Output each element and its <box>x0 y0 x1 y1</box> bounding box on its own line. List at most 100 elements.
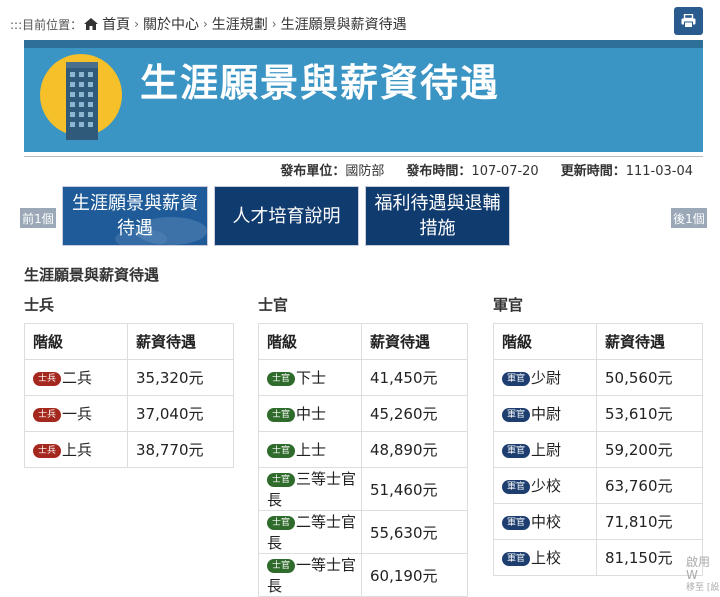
header-rank: 階級 <box>24 323 128 360</box>
rank-badge: 士官 <box>267 516 296 530</box>
page-banner: 生涯願景與薪資待遇 <box>24 40 703 152</box>
rank-cell: 軍官 少尉 <box>493 359 597 396</box>
rank-badge: 士官 <box>267 372 296 386</box>
meta-published-label: 發布時間： <box>406 164 472 179</box>
pay-cell: 41,450元 <box>361 359 468 396</box>
rank-cell: 士兵 二兵 <box>24 359 128 396</box>
table-header: 階級 薪資待遇 <box>258 323 468 360</box>
table-row: 軍官 上校 81,150元 <box>493 539 703 576</box>
rank-cell: 士官 上士 <box>258 431 362 468</box>
table-row: 士官 上士 48,890元 <box>258 431 468 468</box>
rank-cell: 士官 三等士官長 <box>258 467 362 511</box>
rank-name: 上校 <box>531 549 562 567</box>
rank-cell: 軍官 上尉 <box>493 431 597 468</box>
windows-activation-watermark: 啟用 W 移至 [設 <box>686 556 720 595</box>
breadcrumb-career[interactable]: 生涯規劃 <box>212 14 268 34</box>
meta-unit: 發布單位：國防部 <box>280 160 384 179</box>
rank-name: 中士 <box>296 405 327 423</box>
rank-name: 少校 <box>531 477 562 495</box>
breadcrumb-home[interactable]: 首頁 <box>102 14 130 34</box>
rank-badge: 軍官 <box>502 516 531 530</box>
home-icon[interactable] <box>84 18 99 30</box>
rank-badge: 士兵 <box>33 444 62 458</box>
header-rank: 階級 <box>258 323 362 360</box>
rank-cell: 軍官 中尉 <box>493 395 597 432</box>
rank-name: 中尉 <box>531 405 562 423</box>
pay-cell: 60,190元 <box>361 553 468 597</box>
table-row: 軍官 上尉 59,200元 <box>493 431 703 468</box>
publish-meta: 發布單位：國防部 發布時間：107-07-20 更新時間：111-03-04 <box>24 156 703 179</box>
tile-welfare[interactable]: 福利待遇與退輔措施 <box>365 186 510 246</box>
rank-badge: 士兵 <box>33 408 62 422</box>
chevron-right-icon: › <box>202 17 208 31</box>
table-row: 士官 三等士官長 51,460元 <box>258 467 468 511</box>
table-row: 士兵 上兵 38,770元 <box>24 431 234 468</box>
pay-cell: 50,560元 <box>596 359 703 396</box>
table-row: 軍官 少校 63,760元 <box>493 467 703 504</box>
header-rank: 階級 <box>493 323 597 360</box>
section-title: 生涯願景與薪資待遇 <box>24 266 160 284</box>
pay-cell: 35,320元 <box>127 359 234 396</box>
rank-badge: 士官 <box>267 473 296 487</box>
watermark-line-1: 啟用 W <box>686 555 711 582</box>
tile-label: 人才培育說明 <box>232 205 341 227</box>
rank-cell: 軍官 上校 <box>493 539 597 576</box>
prev-button[interactable]: 前1個 <box>20 208 56 228</box>
breadcrumb-about[interactable]: 關於中心 <box>143 14 199 34</box>
rank-badge: 士官 <box>267 559 296 573</box>
table-header: 階級 薪資待遇 <box>493 323 703 360</box>
breadcrumb: :::目前位置： 首頁 › 關於中心 › 生涯規劃 › 生涯願景與薪資待遇 <box>10 14 407 34</box>
table-row: 士兵 二兵 35,320元 <box>24 359 234 396</box>
tile-label: 福利待遇與退輔措施 <box>374 193 501 239</box>
rank-name: 上兵 <box>62 441 93 459</box>
rank-cell: 軍官 少校 <box>493 467 597 504</box>
rank-name: 一兵 <box>62 405 93 423</box>
table-row: 士官 一等士官長 60,190元 <box>258 553 468 597</box>
rank-cell: 士兵 上兵 <box>24 431 128 468</box>
next-button[interactable]: 後1個 <box>671 208 707 228</box>
rank-cell: 士官 下士 <box>258 359 362 396</box>
banner-stripe <box>24 40 703 48</box>
header-pay: 薪資待遇 <box>361 323 468 360</box>
breadcrumb-current[interactable]: 生涯願景與薪資待遇 <box>281 14 407 34</box>
rank-badge: 士兵 <box>33 372 62 386</box>
meta-published: 發布時間：107-07-20 <box>406 160 538 179</box>
pay-cell: 53,610元 <box>596 395 703 432</box>
table-header: 階級 薪資待遇 <box>24 323 234 360</box>
print-icon <box>681 14 696 28</box>
rank-badge: 士官 <box>267 444 296 458</box>
banner-title: 生涯願景與薪資待遇 <box>140 61 501 105</box>
tile-talent-development[interactable]: 人才培育說明 <box>214 186 359 246</box>
meta-unit-value: 國防部 <box>345 164 385 179</box>
chevron-right-icon: › <box>271 17 277 31</box>
rank-name: 下士 <box>296 369 327 387</box>
rank-cell: 士兵 一兵 <box>24 395 128 432</box>
building-icon <box>66 62 98 140</box>
rank-badge: 軍官 <box>502 372 531 386</box>
rank-name: 上尉 <box>531 441 562 459</box>
group-title-officer: 軍官 <box>493 296 524 314</box>
rank-badge: 軍官 <box>502 552 531 566</box>
group-title-nco: 士官 <box>258 296 289 314</box>
pay-cell: 45,260元 <box>361 395 468 432</box>
officer-pay-table: 階級 薪資待遇 軍官 少尉 50,560元 軍官 中尉 53,610元 軍官 上尉 5… <box>493 323 703 576</box>
rank-name: 少尉 <box>531 369 562 387</box>
rank-badge: 軍官 <box>502 408 531 422</box>
meta-updated-value: 111-03-04 <box>625 164 693 179</box>
breadcrumb-prefix: :::目前位置： <box>10 17 83 32</box>
table-row: 軍官 中尉 53,610元 <box>493 395 703 432</box>
pay-cell: 55,630元 <box>361 510 468 554</box>
meta-unit-label: 發布單位： <box>280 164 346 179</box>
header-pay: 薪資待遇 <box>127 323 234 360</box>
tile-label: 生涯願景與薪資待遇 <box>72 193 198 239</box>
rank-badge: 軍官 <box>502 480 531 494</box>
table-row: 士官 二等士官長 55,630元 <box>258 510 468 554</box>
print-button[interactable] <box>674 7 703 35</box>
table-row: 士兵 一兵 37,040元 <box>24 395 234 432</box>
tile-career-vision[interactable]: 生涯願景與薪資待遇 <box>62 186 208 246</box>
pay-cell: 59,200元 <box>596 431 703 468</box>
table-row: 士官 中士 45,260元 <box>258 395 468 432</box>
pay-cell: 38,770元 <box>127 431 234 468</box>
table-row: 士官 下士 41,450元 <box>258 359 468 396</box>
pay-cell: 51,460元 <box>361 467 468 511</box>
